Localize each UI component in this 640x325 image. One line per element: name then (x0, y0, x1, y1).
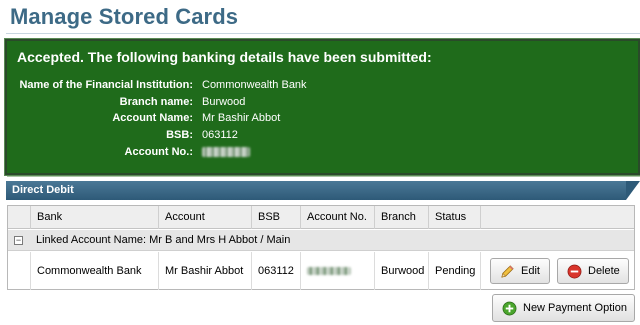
cell-branch: Burwood (374, 252, 428, 290)
group-label: Linked Account Name: Mr B and Mrs H Abbo… (36, 234, 291, 246)
cell-account-no (300, 252, 374, 290)
detail-label: Account No.: (124, 146, 193, 158)
title-divider (6, 33, 640, 34)
redacted-value (307, 267, 351, 276)
detail-label: Name of the Financial Institution: (19, 79, 193, 91)
collapse-minus-icon[interactable]: − (14, 236, 23, 245)
column-header-branch[interactable]: Branch (374, 206, 429, 229)
delete-circle-icon (567, 264, 582, 279)
detail-label: Branch name: (119, 96, 193, 108)
direct-debit-header-tail (626, 181, 640, 200)
direct-debit-header: Direct Debit (6, 181, 626, 200)
new-payment-option-button[interactable]: New Payment Option (492, 294, 635, 322)
table-header: Bank Account BSB Account No. Branch Stat… (8, 206, 634, 229)
column-header-account-no[interactable]: Account No. (300, 206, 374, 229)
detail-value: Burwood (202, 96, 246, 108)
cell-bank: Commonwealth Bank (30, 252, 158, 290)
detail-row-institution: Name of the Financial Institution: Commo… (7, 79, 407, 95)
direct-debit-table: Bank Account BSB Account No. Branch Stat… (7, 205, 635, 290)
column-header-account[interactable]: Account (158, 206, 251, 229)
detail-value: Mr Bashir Abbot (202, 112, 281, 124)
detail-label: BSB: (166, 129, 193, 141)
group-row: − Linked Account Name: Mr B and Mrs H Ab… (8, 230, 634, 251)
cell-bsb: 063112 (251, 252, 300, 290)
pencil-icon (501, 265, 514, 278)
column-header-bsb[interactable]: BSB (251, 206, 301, 229)
table-row: Commonwealth Bank Mr Bashir Abbot 063112… (8, 252, 634, 290)
detail-row-account-no: Account No.: (7, 146, 407, 162)
column-header-actions (480, 206, 634, 229)
edit-button[interactable]: Edit (490, 258, 550, 284)
delete-button-label: Delete (588, 265, 620, 277)
edit-button-label: Edit (521, 265, 540, 277)
cell-account: Mr Bashir Abbot (158, 252, 251, 290)
success-banner: Accepted. The following banking details … (4, 38, 640, 176)
new-payment-option-label: New Payment Option (523, 302, 627, 314)
detail-row-account-name: Account Name: Mr Bashir Abbot (7, 112, 407, 128)
banner-heading: Accepted. The following banking details … (17, 49, 432, 65)
redacted-value (202, 147, 250, 158)
column-header-status[interactable]: Status (428, 206, 480, 229)
detail-label: Account Name: (112, 112, 193, 124)
page-title: Manage Stored Cards (10, 4, 239, 29)
delete-button[interactable]: Delete (557, 258, 629, 284)
cell-status: Pending (428, 252, 480, 290)
detail-value: 063112 (202, 129, 238, 141)
detail-value: Commonwealth Bank (202, 79, 307, 91)
column-header-bank[interactable]: Bank (30, 206, 155, 229)
redacted-account-number (202, 146, 250, 158)
add-circle-icon (502, 301, 517, 316)
detail-row-bsb: BSB: 063112 (7, 129, 407, 145)
detail-row-branch: Branch name: Burwood (7, 96, 407, 112)
